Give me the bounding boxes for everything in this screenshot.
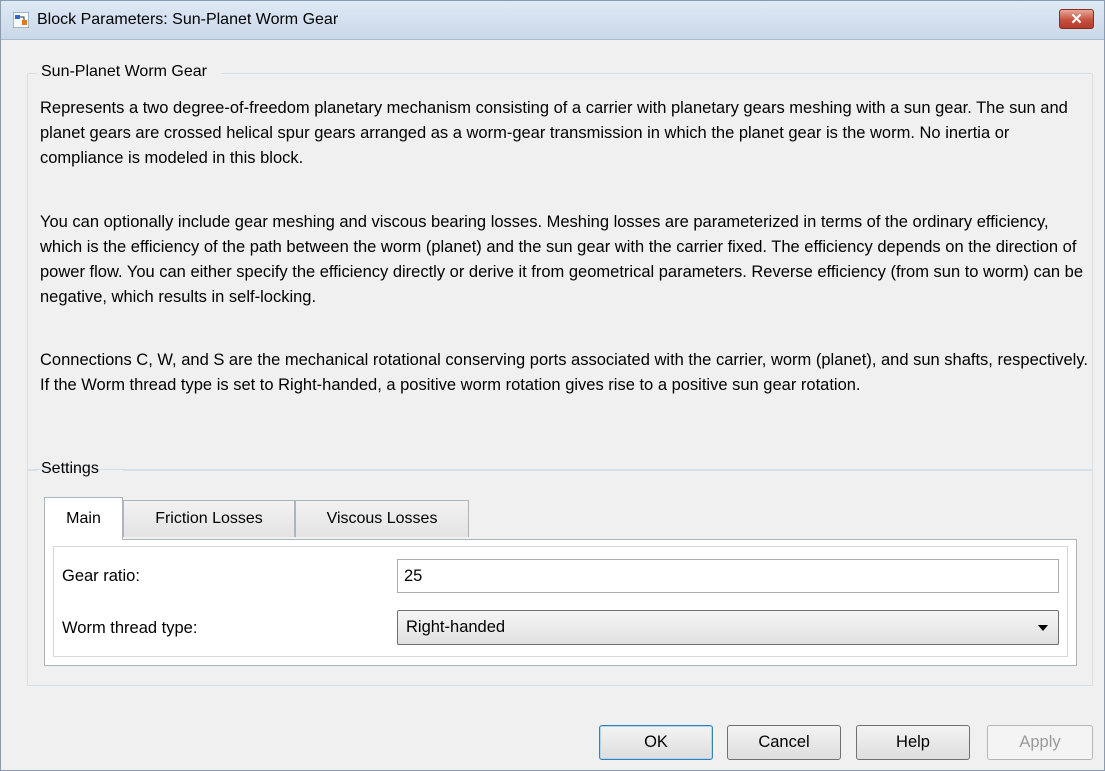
tab-friction-losses-label: Friction Losses (155, 510, 263, 527)
close-icon: ✕ (1070, 11, 1083, 28)
group-border-right (221, 73, 1093, 74)
settings-border-right (123, 470, 1093, 471)
title-bar[interactable]: Block Parameters: Sun-Planet Worm Gear ✕ (1, 1, 1104, 40)
dialog-window: Block Parameters: Sun-Planet Worm Gear ✕… (0, 0, 1105, 771)
gear-ratio-label: Gear ratio: (62, 567, 140, 585)
cancel-button[interactable]: Cancel (727, 725, 841, 760)
ok-button[interactable]: OK (599, 725, 713, 760)
description-paragraph-3: Connections C, W, and S are the mechanic… (40, 351, 1088, 394)
settings-border-corner-r (1092, 470, 1093, 482)
tab-friction-losses[interactable]: Friction Losses (123, 500, 295, 537)
tab-main-label: Main (66, 510, 101, 527)
apply-button[interactable]: Apply (987, 725, 1093, 760)
simulink-block-icon (12, 11, 30, 29)
chevron-down-icon (1038, 625, 1048, 631)
description-paragraph-2: You can optionally include gear meshing … (40, 213, 1084, 306)
description-paragraph-1: Represents a two degree-of-freedom plane… (40, 99, 1068, 167)
settings-border-left (27, 470, 37, 471)
tab-viscous-losses-label: Viscous Losses (326, 510, 438, 527)
group-border-corner-l (27, 73, 28, 85)
tab-viscous-losses[interactable]: Viscous Losses (295, 500, 469, 537)
settings-group-title: Settings (41, 460, 99, 477)
group-border-left (27, 73, 37, 74)
description-group-title: Sun-Planet Worm Gear (41, 63, 207, 80)
settings-border-corner-l (27, 470, 28, 482)
tab-main[interactable]: Main (44, 497, 123, 540)
worm-thread-type-label: Worm thread type: (62, 619, 198, 637)
window-title: Block Parameters: Sun-Planet Worm Gear (37, 11, 339, 28)
worm-thread-type-select[interactable]: Right-handed (397, 610, 1059, 645)
group-border-corner-r (1092, 73, 1093, 85)
gear-ratio-field[interactable] (397, 559, 1059, 593)
help-button[interactable]: Help (856, 725, 970, 760)
close-button[interactable]: ✕ (1059, 9, 1094, 29)
worm-thread-type-value: Right-handed (406, 618, 506, 636)
